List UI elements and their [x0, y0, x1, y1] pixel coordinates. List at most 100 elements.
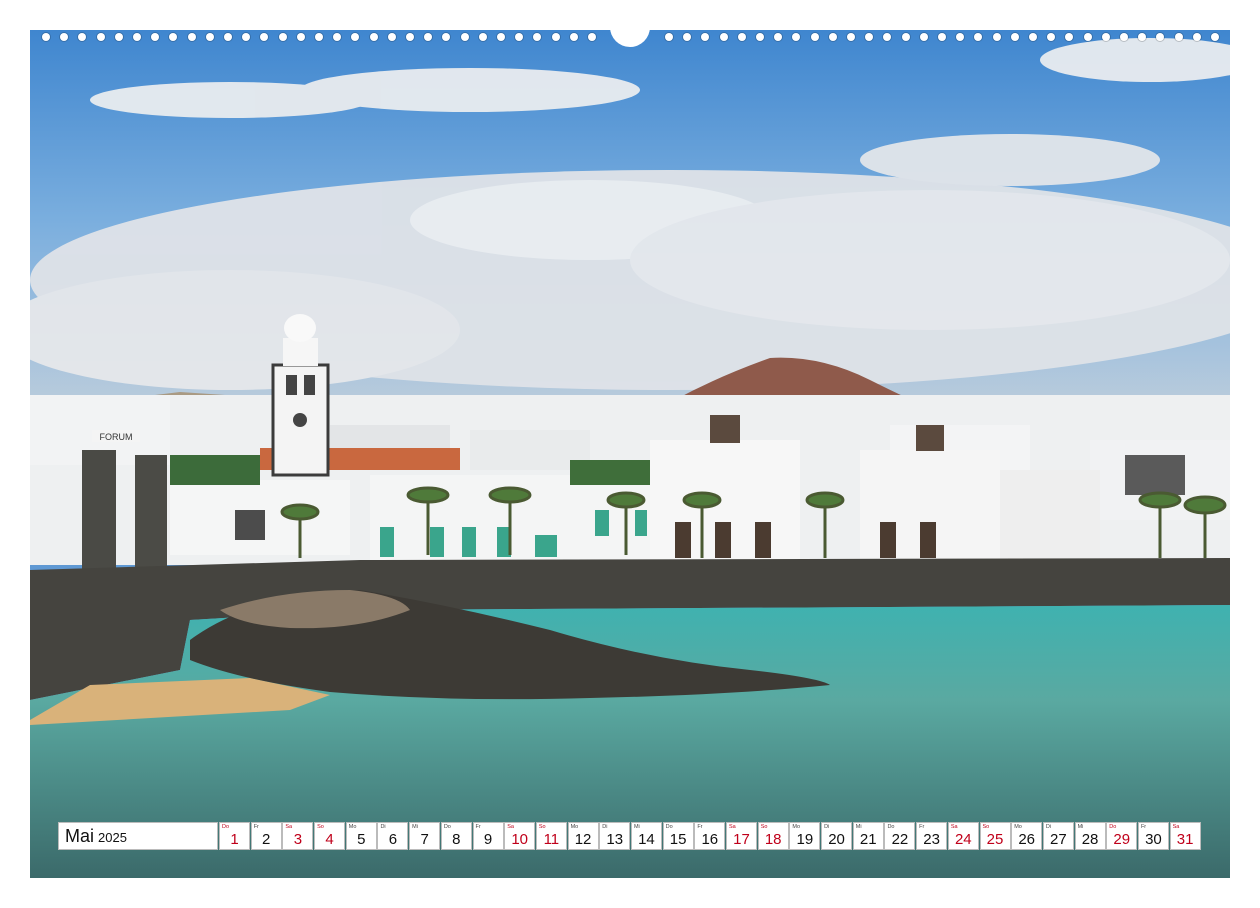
binding-hole — [533, 33, 542, 41]
day-cell: Di 13 — [599, 822, 631, 850]
day-cell: Do 1 — [219, 822, 250, 850]
weekday-label: Sa — [285, 824, 293, 830]
weekday-label: Fr — [253, 824, 259, 830]
day-number: 11 — [543, 831, 560, 848]
binding-hole — [1083, 33, 1092, 41]
binding-hole — [1156, 33, 1165, 41]
day-number: 14 — [638, 831, 655, 848]
day-cell: Di 6 — [377, 822, 409, 850]
day-number: 8 — [452, 831, 461, 848]
binding-hole — [442, 33, 451, 41]
weekday-label: Do — [887, 824, 895, 830]
binding-hole — [701, 33, 710, 41]
day-number: 30 — [1145, 831, 1162, 848]
binding-hole — [296, 33, 305, 41]
day-cell: Do 8 — [440, 822, 472, 850]
day-number: 29 — [1113, 831, 1131, 848]
binding-hole — [956, 33, 965, 41]
weekday-label: Do — [222, 824, 230, 830]
stone-pillar-left — [82, 450, 116, 570]
binding-hole — [424, 33, 433, 41]
binding-hole — [719, 33, 728, 41]
binding-hole — [315, 33, 323, 41]
binding-hole — [1029, 33, 1037, 41]
binding-hole — [588, 33, 596, 41]
day-cell: Mi 28 — [1074, 822, 1106, 850]
calendar-page: FORUM Mai 2025 Do 1 Fr 2 Sa 3 So 4 Mo 5 … — [0, 0, 1260, 908]
weekday-label: Mi — [633, 824, 640, 830]
binding-hole — [406, 33, 414, 41]
weekday-label: Mo — [348, 824, 357, 830]
weekday-label: Mo — [570, 824, 579, 830]
binding-hole — [847, 33, 855, 41]
binding-hole — [78, 33, 87, 41]
day-number: 31 — [1176, 831, 1194, 848]
day-cell: So 18 — [757, 822, 789, 850]
weekday-label: Sa — [507, 824, 514, 830]
weekday-label: Do — [443, 824, 451, 830]
binding-hole — [369, 33, 378, 41]
photo-illustration: FORUM — [30, 30, 1230, 878]
day-number: 22 — [891, 831, 909, 848]
day-cell: So 4 — [314, 822, 346, 850]
binding-hole — [683, 33, 692, 41]
weekday-label: Fr — [697, 824, 703, 830]
binding-hole — [883, 33, 892, 41]
day-number: 7 — [420, 831, 429, 848]
binding-hole — [1120, 33, 1128, 41]
binding-hole — [756, 33, 764, 41]
binding-hole — [737, 33, 746, 41]
weekday-label: Di — [380, 824, 386, 830]
day-number: 2 — [262, 831, 271, 848]
binding-hole — [1101, 33, 1110, 41]
day-cell: Fr 9 — [472, 822, 504, 850]
day-cell: Mi 21 — [852, 822, 884, 850]
day-cell: Do 15 — [662, 822, 694, 850]
day-cell: Do 29 — [1106, 822, 1138, 850]
binding-hole — [828, 33, 837, 41]
binding-hole — [1174, 33, 1183, 41]
day-cell: Sa 17 — [726, 822, 757, 850]
binding-hole — [919, 33, 928, 41]
day-number: 27 — [1050, 831, 1067, 848]
day-cell: Fr 23 — [916, 822, 948, 850]
weekday-label: Mi — [412, 824, 418, 830]
binding-hole — [187, 33, 196, 41]
binding-hole — [569, 33, 578, 41]
binding-hole — [938, 33, 946, 41]
day-number: 26 — [1018, 831, 1036, 848]
day-cell: Di 27 — [1042, 822, 1074, 850]
binding-hole — [278, 33, 287, 41]
day-number: 23 — [923, 831, 940, 848]
binding-hole — [774, 33, 783, 41]
day-number: 15 — [669, 831, 687, 848]
weekday-label: So — [982, 824, 990, 830]
binding-hole — [992, 33, 1001, 41]
day-cell: Fr 16 — [694, 822, 726, 850]
weekday-label: Di — [824, 824, 830, 830]
day-number: 12 — [574, 831, 592, 848]
forum-sign-text: FORUM — [100, 432, 133, 442]
binding-hole — [1138, 33, 1147, 41]
day-cell: So 25 — [979, 822, 1011, 850]
day-number: 6 — [388, 831, 398, 848]
day-cell: Do 22 — [884, 822, 916, 850]
day-number: 9 — [483, 831, 493, 848]
binding-hole — [151, 33, 160, 41]
month-name: Mai — [65, 825, 95, 846]
month-label: Mai 2025 — [58, 822, 218, 850]
weekday-label: Fr — [475, 824, 481, 830]
stone-pillar-right — [135, 455, 167, 570]
binding-hole — [1065, 33, 1074, 41]
day-number: 18 — [764, 831, 782, 848]
landscape-photo: FORUM — [30, 30, 1230, 878]
day-cell: Mi 7 — [409, 822, 441, 850]
day-number: 16 — [701, 831, 719, 848]
binding-hole — [1192, 33, 1201, 41]
binding-hole — [901, 33, 910, 41]
binding-hole — [515, 33, 524, 41]
binding-hole — [133, 33, 141, 41]
day-cell: Mi 14 — [630, 822, 662, 850]
day-number: 13 — [606, 831, 624, 848]
binding-hole — [497, 33, 505, 41]
